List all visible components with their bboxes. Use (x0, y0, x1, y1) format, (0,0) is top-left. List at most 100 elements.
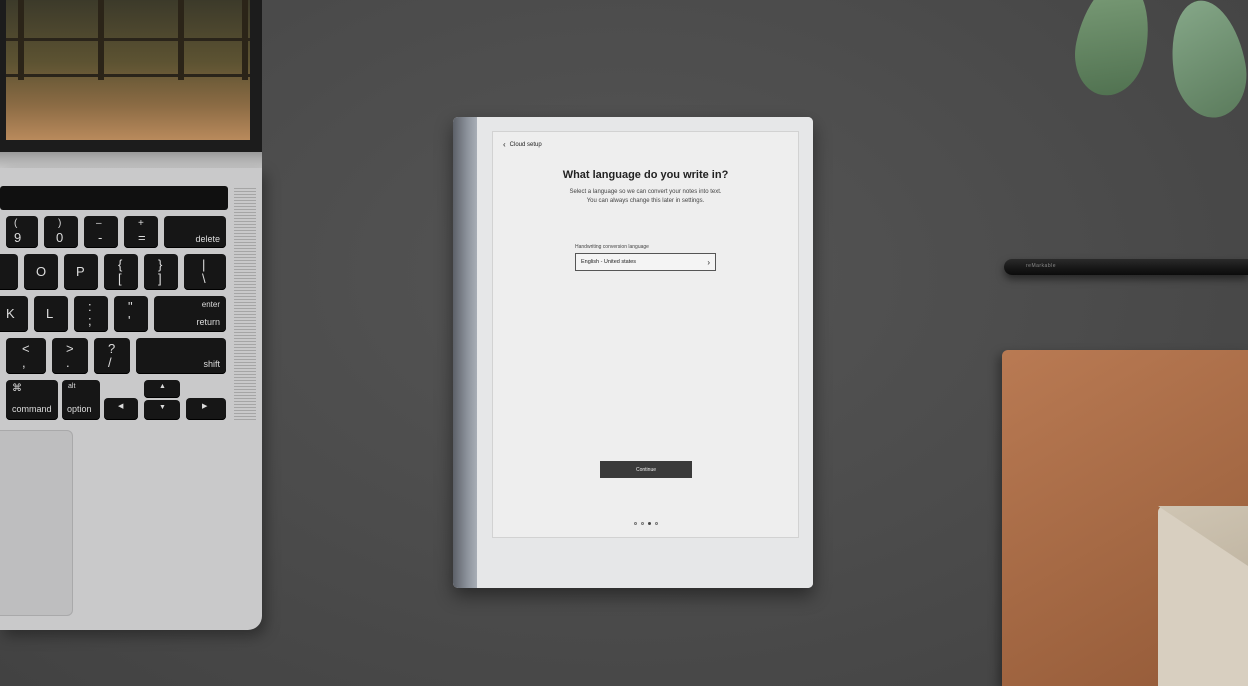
arrow-up-key[interactable]: ▲ (144, 380, 180, 398)
pagination-dots (493, 522, 798, 525)
subtitle-line: Select a language so we can convert your… (569, 189, 722, 195)
arrow-down-key[interactable]: ▼ (144, 400, 180, 420)
stylus-pen: reMarkable (1004, 259, 1248, 275)
key-label: ] (158, 271, 162, 286)
key-shift-label: ? (108, 341, 116, 356)
key-label: [ (118, 271, 122, 286)
key-shift-label: > (66, 341, 74, 356)
key-label: delete (195, 234, 220, 244)
shift-key[interactable]: shift (136, 338, 226, 374)
key[interactable]: : ; (74, 296, 108, 332)
arrow-down-icon: ▼ (159, 404, 166, 411)
arrow-left-key[interactable]: ◀ (104, 398, 138, 420)
chevron-left-icon: ‹ (503, 140, 506, 149)
key-label: shift (203, 359, 220, 369)
key-shift-label: : (88, 299, 92, 314)
key-label: . (66, 355, 70, 370)
railing-bar (6, 74, 250, 77)
key-shift-label: ( (14, 218, 18, 229)
key-label: K (6, 306, 15, 321)
key[interactable]: > . (52, 338, 88, 374)
key-shift-label: ) (58, 218, 62, 229)
key[interactable]: – - (84, 216, 118, 248)
key-label: P (76, 264, 85, 279)
key[interactable]: | \ (184, 254, 226, 290)
key-shift-label: { (118, 257, 123, 272)
arrow-left-icon: ◀ (118, 403, 124, 410)
pagination-dot-active (647, 522, 651, 525)
key-shift-label: } (158, 257, 163, 272)
key-label: ; (88, 313, 92, 328)
command-key[interactable]: ⌘ command (6, 380, 58, 420)
pagination-dot (654, 522, 658, 525)
tablet-grip (453, 117, 477, 588)
key-label: \ (202, 271, 206, 286)
laptop-base: ( 9 ) 0 – - + = delete O P { [}] | \ K… (0, 168, 262, 630)
railing-post (98, 0, 104, 80)
arrow-right-key[interactable]: ▶ (186, 398, 226, 420)
page-subtitle: Select a language so we can convert your… (493, 188, 798, 206)
railing-bar (6, 38, 250, 41)
key[interactable]: ) 0 (44, 216, 78, 248)
back-link-label: Cloud setup (509, 142, 542, 148)
key[interactable]: " ' (114, 296, 148, 332)
continue-button[interactable]: Continue (600, 461, 692, 478)
tablet-screen: ‹ Cloud setup What language do you write… (492, 131, 799, 538)
key[interactable]: < , (6, 338, 46, 374)
language-select[interactable]: English - United states › (575, 253, 716, 271)
key[interactable]: ? / (94, 338, 130, 374)
laptop-wallpaper (6, 0, 250, 140)
key[interactable]: P (64, 254, 98, 290)
language-field-label: Handwriting conversion language (575, 244, 649, 250)
key[interactable]: ( 9 (6, 216, 38, 248)
key-shift-label: < (22, 341, 30, 356)
key-label: , (22, 355, 26, 370)
key-label: 9 (14, 230, 22, 245)
key-label: command (12, 404, 52, 414)
pen-brand-label: reMarkable (1026, 263, 1057, 269)
arrow-up-icon: ▲ (159, 383, 166, 390)
continue-label: Continue (635, 466, 656, 473)
key[interactable] (0, 254, 18, 290)
touch-bar[interactable] (0, 186, 228, 210)
key-shift-label: alt (68, 383, 76, 390)
railing-post (242, 0, 248, 80)
desk-scene: ( 9 ) 0 – - + = delete O P { [}] | \ K… (0, 0, 1248, 686)
key-label: - (98, 230, 103, 245)
key-label: 0 (56, 230, 64, 245)
key-shift-label: enter (201, 300, 220, 309)
back-link[interactable]: ‹ Cloud setup (503, 140, 542, 149)
key[interactable]: L (34, 296, 68, 332)
pagination-dot (633, 522, 637, 525)
key[interactable]: K (0, 296, 28, 332)
key-label: option (67, 404, 92, 414)
command-icon: ⌘ (12, 383, 22, 394)
key-label: O (36, 264, 47, 279)
key-shift-label: – (96, 218, 102, 229)
key[interactable]: } ] (144, 254, 178, 290)
key-label: / (108, 355, 112, 370)
railing-post (18, 0, 24, 80)
option-key[interactable]: alt option (62, 380, 100, 420)
pagination-dot (640, 522, 644, 525)
selected-language: English - United states (581, 259, 637, 265)
return-key[interactable]: enter return (154, 296, 226, 332)
key-shift-label: " (128, 299, 133, 314)
key-label: = (138, 230, 146, 245)
chevron-right-icon: › (707, 257, 710, 267)
delete-key[interactable]: delete (164, 216, 226, 248)
subtitle-line: You can always change this later in sett… (586, 198, 705, 204)
trackpad[interactable] (0, 430, 73, 616)
key[interactable]: { [ (104, 254, 138, 290)
key-shift-label: + (138, 218, 144, 229)
key[interactable]: O (24, 254, 58, 290)
plant-leaf (1162, 0, 1248, 124)
laptop-lid (0, 0, 262, 172)
key[interactable]: + = (124, 216, 158, 248)
key-label: L (46, 306, 54, 321)
page-title: What language do you write in? (562, 169, 729, 181)
plant-leaf (1066, 0, 1160, 103)
key-label: ' (128, 313, 131, 328)
key-shift-label: | (202, 257, 206, 272)
speaker-grille (234, 188, 256, 420)
